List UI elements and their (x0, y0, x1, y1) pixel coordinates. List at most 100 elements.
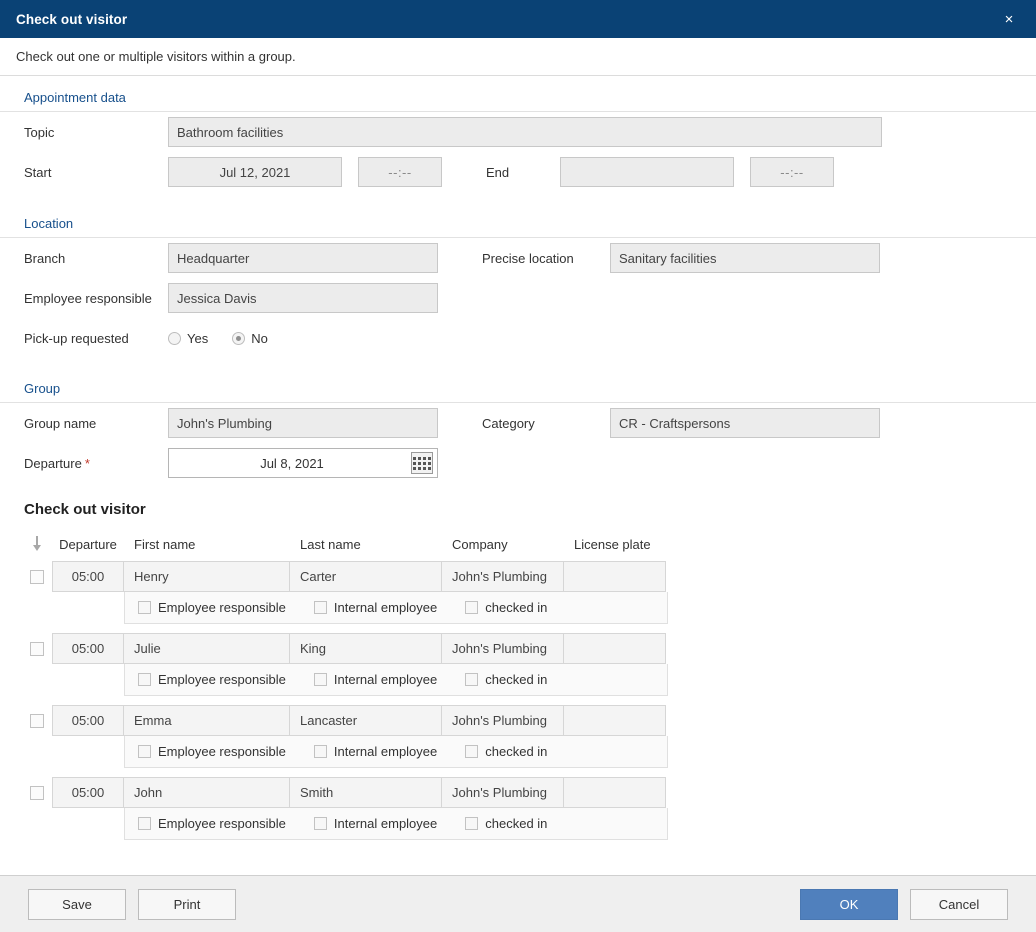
table-row: 05:00 John Smith John's Plumbing (22, 777, 1036, 808)
calendar-icon[interactable] (411, 452, 433, 474)
cell-last-name[interactable]: Lancaster (290, 705, 442, 736)
row-select-checkbox[interactable] (30, 641, 44, 656)
employee-responsible-checkbox[interactable] (138, 817, 151, 830)
end-time-input[interactable]: --:-- (750, 157, 834, 187)
cell-last-name[interactable]: Smith (290, 777, 442, 808)
table-row-options: Employee responsible Internal employee c… (124, 808, 668, 840)
employee-responsible-input[interactable]: Jessica Davis (168, 283, 438, 313)
dialog-body: Appointment data Topic Bathroom faciliti… (0, 76, 1036, 875)
category-input[interactable]: CR - Craftspersons (610, 408, 880, 438)
employee-responsible-checkbox[interactable] (138, 745, 151, 758)
check-out-visitor-dialog: Check out visitor × Check out one or mul… (0, 0, 1036, 932)
dialog-subtitle-text: Check out one or multiple visitors withi… (16, 49, 296, 64)
row-select-checkbox[interactable] (30, 785, 44, 800)
cell-license-plate[interactable] (564, 561, 666, 592)
internal-employee-checkbox-label: Internal employee (333, 600, 438, 615)
end-date-input[interactable] (560, 157, 734, 187)
option-internal-employee[interactable]: Internal employee (313, 672, 438, 687)
group-name-input[interactable]: John's Plumbing (168, 408, 438, 438)
save-button[interactable]: Save (28, 888, 126, 920)
checked-in-checkbox[interactable] (465, 745, 479, 758)
internal-employee-checkbox-label: Internal employee (333, 672, 438, 687)
row-select-checkbox[interactable] (30, 713, 44, 728)
branch-input[interactable]: Headquarter (168, 243, 438, 273)
section-heading-group: Group (0, 367, 1036, 403)
employee-responsible-checkbox[interactable] (138, 673, 151, 686)
cell-first-name[interactable]: Henry (124, 561, 290, 592)
cell-company[interactable]: John's Plumbing (442, 777, 564, 808)
internal-employee-checkbox[interactable] (313, 601, 327, 614)
option-checked-in[interactable]: checked in (465, 816, 547, 831)
cell-first-name[interactable]: Emma (124, 705, 290, 736)
section-heading-location: Location (0, 202, 1036, 238)
row-select-checkbox-wrapper (22, 561, 52, 592)
departure-label: Departure * (24, 456, 168, 471)
employee-responsible-checkbox-label: Employee responsible (158, 672, 286, 687)
checked-in-checkbox[interactable] (465, 601, 479, 614)
start-date-input[interactable]: Jul 12, 2021 (168, 157, 342, 187)
option-employee-responsible[interactable]: Employee responsible (138, 816, 286, 831)
cell-departure[interactable]: 05:00 (52, 633, 124, 664)
cell-departure[interactable]: 05:00 (52, 561, 124, 592)
checked-in-checkbox-label: checked in (485, 672, 548, 687)
internal-employee-checkbox[interactable] (313, 817, 327, 830)
cell-license-plate[interactable] (564, 777, 666, 808)
cancel-button[interactable]: Cancel (910, 888, 1008, 920)
start-time-input[interactable]: --:-- (358, 157, 442, 187)
print-button[interactable]: Print (138, 888, 236, 920)
checked-in-checkbox[interactable] (465, 673, 479, 686)
employee-responsible-checkbox[interactable] (138, 601, 151, 614)
internal-employee-checkbox[interactable] (313, 745, 327, 758)
cell-company[interactable]: John's Plumbing (442, 633, 564, 664)
option-internal-employee[interactable]: Internal employee (313, 744, 437, 759)
employee-responsible-checkbox-label: Employee responsible (158, 816, 286, 831)
cell-last-name[interactable]: King (290, 633, 442, 664)
cell-company[interactable]: John's Plumbing (442, 561, 564, 592)
column-header-departure[interactable]: Departure (52, 537, 124, 552)
cell-license-plate[interactable] (564, 705, 666, 736)
precise-location-input[interactable]: Sanitary facilities (610, 243, 880, 273)
ok-button[interactable]: OK (800, 888, 898, 920)
cell-last-name[interactable]: Carter (290, 561, 442, 592)
cell-departure[interactable]: 05:00 (52, 705, 124, 736)
table-row-options: Employee responsible Internal employee c… (124, 592, 668, 624)
column-header-license-plate[interactable]: License plate (564, 537, 666, 552)
dialog-subtitle: Check out one or multiple visitors withi… (0, 38, 1036, 76)
option-internal-employee[interactable]: Internal employee (313, 816, 437, 831)
option-checked-in[interactable]: checked in (465, 672, 547, 687)
table-row: 05:00 Julie King John's Plumbing (22, 633, 1036, 664)
option-checked-in[interactable]: checked in (465, 744, 547, 759)
departure-label-text: Departure (24, 455, 82, 471)
cell-license-plate[interactable] (564, 633, 666, 664)
column-header-company[interactable]: Company (442, 537, 564, 552)
pickup-no-radio[interactable] (232, 331, 246, 345)
row-topic: Topic Bathroom facilities (0, 112, 1036, 152)
option-employee-responsible[interactable]: Employee responsible (138, 672, 286, 687)
category-label: Category (482, 415, 535, 431)
column-header-first-name[interactable]: First name (124, 537, 290, 552)
option-checked-in[interactable]: checked in (465, 600, 547, 615)
cell-first-name[interactable]: John (124, 777, 290, 808)
close-icon[interactable]: × (996, 6, 1022, 32)
option-employee-responsible[interactable]: Employee responsible (138, 744, 286, 759)
internal-employee-checkbox[interactable] (313, 673, 327, 686)
departure-date-wrapper: Jul 8, 2021 (168, 448, 438, 478)
topic-input[interactable]: Bathroom facilities (168, 117, 882, 147)
option-internal-employee[interactable]: Internal employee (313, 600, 438, 615)
column-header-last-name[interactable]: Last name (290, 537, 442, 552)
row-departure: Departure * Jul 8, 2021 (0, 443, 1036, 483)
cell-first-name[interactable]: Julie (124, 633, 290, 664)
checked-in-checkbox[interactable] (465, 817, 479, 830)
sort-descending-arrow-icon[interactable] (22, 536, 52, 552)
pickup-yes-radio[interactable] (168, 331, 181, 345)
group-name-label: Group name (24, 415, 97, 431)
departure-date-input[interactable]: Jul 8, 2021 (168, 448, 438, 478)
option-employee-responsible[interactable]: Employee responsible (138, 600, 286, 615)
cell-company[interactable]: John's Plumbing (442, 705, 564, 736)
visitor-table: Departure First name Last name Company L… (0, 528, 1036, 840)
cell-departure[interactable]: 05:00 (52, 777, 124, 808)
pickup-yes-label: Yes (187, 330, 209, 346)
table-row: 05:00 Henry Carter John's Plumbing (22, 561, 1036, 592)
row-select-checkbox[interactable] (30, 569, 44, 584)
table-row-options: Employee responsible Internal employee c… (124, 664, 668, 696)
